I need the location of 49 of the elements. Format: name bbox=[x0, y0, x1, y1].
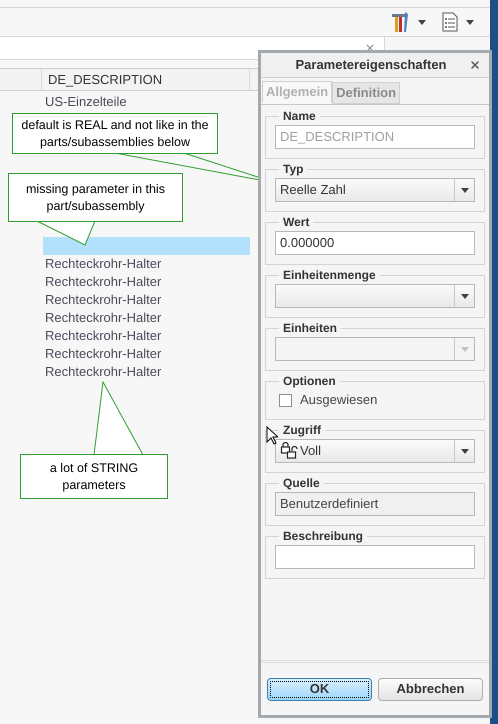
dropdown[interactable]: Reelle Zahl bbox=[275, 178, 475, 202]
caret-icon bbox=[466, 20, 474, 24]
tools-icon[interactable] bbox=[390, 11, 410, 33]
checkbox-label: Ausgewiesen bbox=[300, 391, 378, 410]
list-icon[interactable] bbox=[442, 12, 458, 32]
table-row[interactable]: Rechteckrohr-Halter bbox=[43, 327, 250, 345]
table-cell-text: Rechteckrohr-Halter bbox=[45, 345, 162, 364]
table-cell-text: Rechteckrohr-Halter bbox=[45, 273, 162, 292]
table-row[interactable]: Rechteckrohr-Halter bbox=[43, 273, 250, 291]
caret-icon bbox=[460, 188, 468, 192]
table-cell-text: US-Einzelteile bbox=[45, 93, 127, 112]
dropdown[interactable]: Voll bbox=[275, 439, 475, 463]
table-cell-text: Rechteckrohr-Halter bbox=[45, 291, 162, 310]
caret-icon bbox=[460, 448, 468, 454]
table-cell-text: Rechteckrohr-Halter bbox=[45, 363, 162, 382]
callout-text: a lot of STRING parameters bbox=[50, 460, 138, 494]
table-row[interactable]: US-Einzelteile bbox=[43, 93, 250, 111]
checkbox[interactable] bbox=[279, 394, 292, 406]
table-row[interactable]: Rechteckrohr-Halter bbox=[43, 291, 250, 309]
section-label: Einheitenmenge bbox=[282, 267, 377, 284]
table-cell-text: Rechteckrohr-Halter bbox=[45, 255, 162, 274]
section-label: Wert bbox=[282, 214, 310, 231]
callout-text: missing parameter in this part/subassembly bbox=[26, 180, 165, 214]
table-row[interactable]: Rechteckrohr-Halter bbox=[43, 363, 250, 381]
section-label: Optionen bbox=[282, 373, 337, 390]
cancel-button[interactable]: Abbrechen bbox=[378, 678, 483, 700]
section-label: Name bbox=[282, 108, 317, 125]
section-label: Einheiten bbox=[282, 320, 338, 337]
table-cell-text: Rechteckrohr-Halter bbox=[45, 327, 162, 346]
table-row[interactable]: Rechteckrohr-Halter bbox=[43, 345, 250, 363]
table-row[interactable]: Rechteckrohr-Halter bbox=[43, 255, 250, 273]
dropdown[interactable] bbox=[275, 284, 475, 308]
text-field[interactable]: 0.000000 bbox=[275, 231, 475, 255]
caret-icon bbox=[460, 294, 468, 298]
ok-button[interactable]: OK bbox=[267, 678, 372, 700]
text-field[interactable] bbox=[275, 545, 475, 569]
table-row[interactable]: Rechteckrohr-Halter bbox=[43, 309, 250, 327]
caret-icon bbox=[460, 346, 468, 352]
mouse-cursor-icon bbox=[266, 426, 278, 445]
section-label: Zugriff bbox=[282, 422, 322, 439]
dialog-title: Parametereigenschaften bbox=[294, 56, 448, 74]
section-label: Typ bbox=[282, 161, 304, 178]
caret-icon bbox=[418, 20, 426, 24]
section-label: Quelle bbox=[282, 475, 321, 492]
close-icon[interactable] bbox=[469, 59, 481, 71]
table-cell-text: Rechteckrohr-Halter bbox=[45, 309, 162, 328]
padlock-icon bbox=[280, 442, 300, 460]
section-label: Beschreibung bbox=[282, 528, 364, 545]
callout-text: default is REAL and not like in the parts/subassemblies below bbox=[21, 116, 209, 150]
